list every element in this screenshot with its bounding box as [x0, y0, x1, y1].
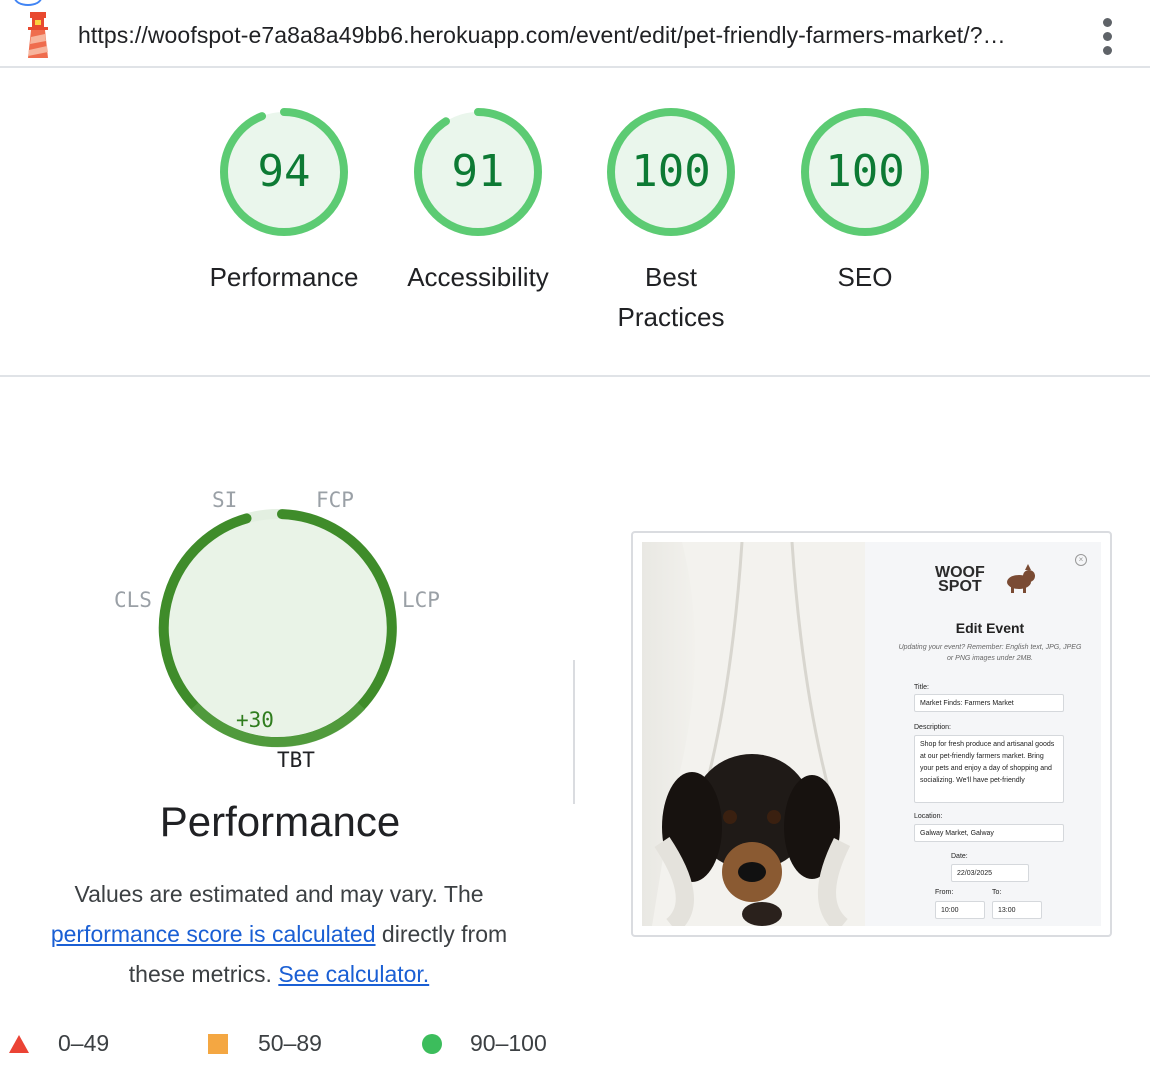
metric-si-label: SI: [212, 488, 238, 512]
accessibility-score-gauge[interactable]: 91: [410, 104, 546, 240]
best-practices-score-label: Best Practices: [617, 262, 725, 332]
section-divider: [0, 375, 1150, 377]
accessibility-score-label: Accessibility: [407, 262, 549, 292]
edit-event-form: × WOOF SPOT Edit Event Updating your even…: [865, 542, 1101, 926]
best-practices-score-gauge[interactable]: 100: [603, 104, 739, 240]
tbt-delta: +30: [236, 708, 274, 732]
url-text[interactable]: https://woofspot-e7a8a8a49bb6.herokuapp.…: [78, 22, 1006, 49]
screenshot-content: × WOOF SPOT Edit Event Updating your even…: [642, 542, 1101, 926]
date-input: 22/03/2025: [951, 864, 1029, 882]
location-input: Galway Market, Galway: [914, 824, 1064, 842]
performance-description: Values are estimated and may vary. The p…: [20, 874, 538, 994]
seo-score-gauge[interactable]: 100: [797, 104, 933, 240]
desc-prefix: Values are estimated and may vary. The: [74, 881, 484, 907]
description-textarea: Shop for fresh produce and artisanal goo…: [914, 735, 1064, 803]
performance-metrics-gauge: [150, 500, 406, 756]
triangle-icon: [9, 1035, 29, 1053]
metric-fcp-label: FCP: [316, 488, 354, 512]
final-screenshot[interactable]: × WOOF SPOT Edit Event Updating your even…: [631, 531, 1112, 937]
performance-heading: Performance: [159, 798, 401, 845]
vertical-divider: [573, 660, 575, 804]
edit-event-note: Updating your event? Remember: English t…: [898, 644, 1082, 662]
date-label: Date:: [951, 853, 968, 860]
legend-pass-range: 90–100: [470, 1030, 547, 1056]
address-bar: https://woofspot-e7a8a8a49bb6.herokuapp.…: [0, 0, 1150, 68]
dog-photo: [642, 542, 865, 926]
to-label: To:: [992, 889, 1002, 896]
accessibility-score-value: 91: [451, 146, 505, 197]
seo-score-label: SEO: [837, 262, 893, 292]
description-label: Description:: [914, 724, 951, 731]
performance-score-value: 94: [257, 146, 311, 197]
seo-score-value: 100: [825, 146, 905, 197]
title-label: Title:: [914, 684, 929, 691]
more-options-icon[interactable]: [1098, 16, 1118, 56]
tab-indicator: [14, 0, 42, 6]
dog-logo-icon: [1007, 564, 1035, 593]
best-practices-score-value: 100: [631, 146, 711, 197]
woofspot-logo: WOOF SPOT: [935, 564, 985, 595]
see-calculator-link[interactable]: See calculator.: [278, 961, 429, 987]
from-time-input: 10:00: [935, 901, 985, 919]
close-icon: ×: [1075, 554, 1087, 566]
to-time-input: 13:00: [992, 901, 1042, 919]
edit-event-heading: Edit Event: [955, 620, 1025, 636]
square-icon: [208, 1034, 228, 1054]
circle-icon: [422, 1034, 442, 1054]
legend-average-range: 50–89: [258, 1030, 322, 1056]
legend-fail-range: 0–49: [58, 1030, 110, 1056]
lighthouse-icon: [22, 10, 54, 60]
performance-score-label: Performance: [209, 262, 359, 292]
score-calculated-link[interactable]: performance score is calculated: [51, 921, 376, 947]
from-label: From:: [935, 889, 954, 896]
metric-lcp-label: LCP: [402, 588, 440, 612]
metric-tbt-label: TBT: [277, 748, 315, 772]
title-input: Market Finds: Farmers Market: [914, 694, 1064, 712]
performance-score-gauge[interactable]: 94: [216, 104, 352, 240]
location-label: Location:: [914, 813, 943, 820]
metric-cls-label: CLS: [114, 588, 152, 612]
